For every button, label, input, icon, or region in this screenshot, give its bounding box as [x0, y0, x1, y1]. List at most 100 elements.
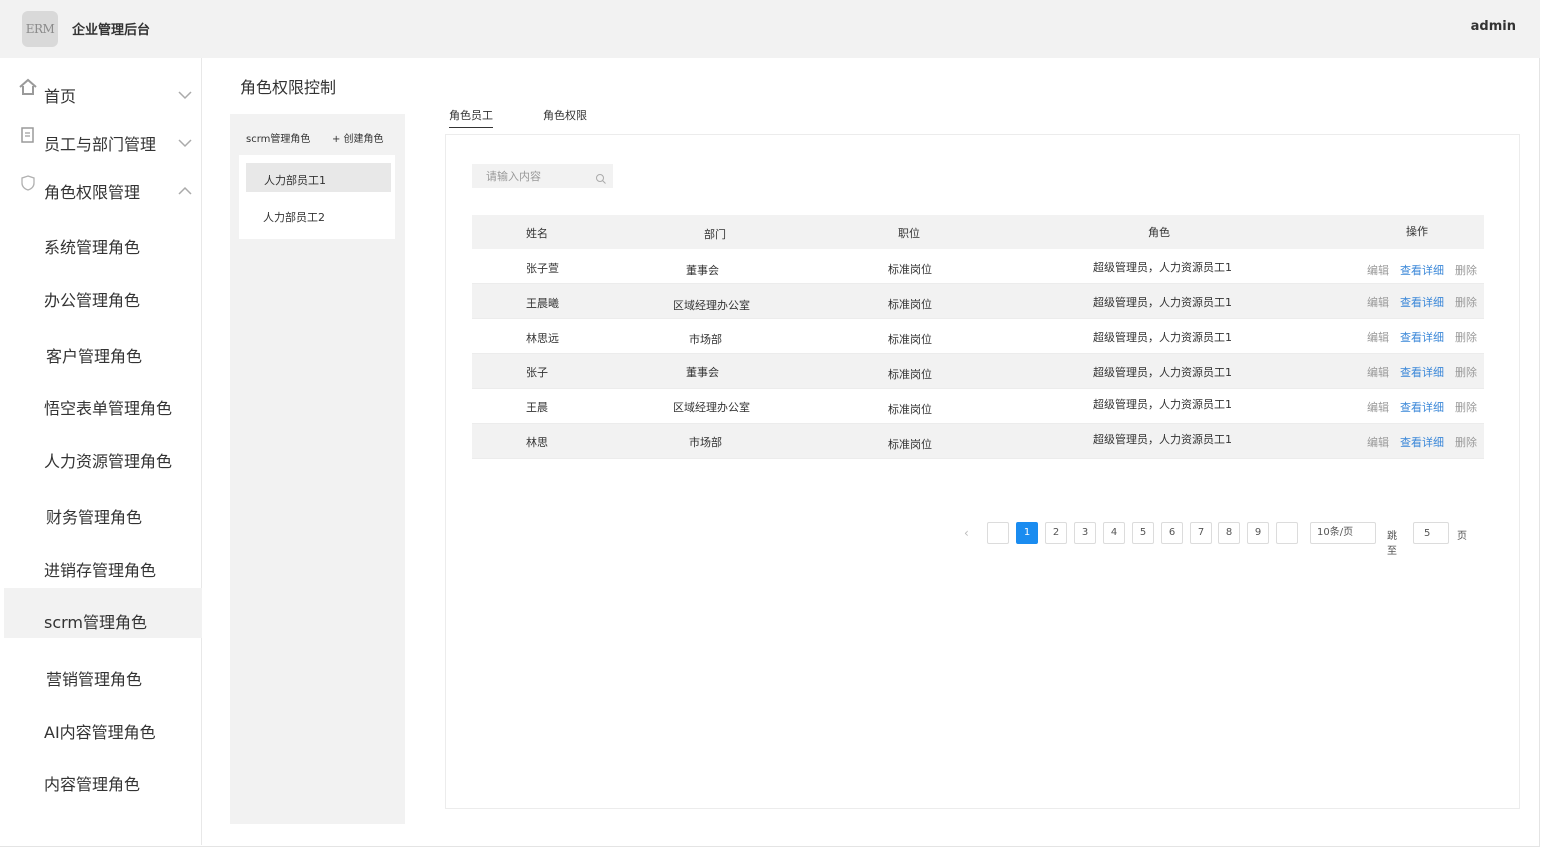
table-row: 张子萱 董事会 标准岗位 超级管理员，人力资源员工1 编辑 查看详细 删除 [472, 249, 1484, 284]
search-icon[interactable] [595, 170, 607, 184]
view-detail-link[interactable]: 查看详细 [1400, 399, 1444, 415]
role-item-hr-staff-2[interactable]: 人力部员工2 [246, 200, 391, 229]
table-row: 王晨曦 区域经理办公室 标准岗位 超级管理员，人力资源员工1 编辑 查看详细 删… [472, 284, 1484, 319]
tab-role-permission[interactable]: 角色权限 [543, 107, 587, 127]
header-dept: 部门 [704, 228, 726, 241]
page-button[interactable]: 4 [1103, 522, 1125, 544]
sidebar-item-label: 内容管理角色 [44, 775, 141, 794]
sidebar-item-form-role[interactable]: 悟空表单管理角色 [4, 379, 202, 429]
view-detail-link[interactable]: 查看详细 [1400, 294, 1444, 310]
sidebar-item-label: 进销存管理角色 [44, 561, 157, 580]
sidebar-item-hr-role[interactable]: 人力资源管理角色 [4, 432, 202, 482]
document-icon [18, 126, 38, 144]
page-button-current[interactable]: 1 [1016, 522, 1038, 544]
cell-position: 标准岗位 [888, 298, 932, 311]
delete-button[interactable]: 删除 [1455, 329, 1477, 345]
cell-position: 标准岗位 [888, 438, 932, 451]
delete-button[interactable]: 删除 [1455, 294, 1477, 310]
cell-name: 林思远 [526, 332, 559, 345]
tab-role-staff[interactable]: 角色员工 [449, 107, 493, 128]
cell-name: 张子萱 [526, 262, 559, 275]
sidebar-item-marketing-role[interactable]: 营销管理角色 [4, 650, 202, 700]
sidebar-item-customer-role[interactable]: 客户管理角色 [4, 327, 202, 377]
role-item-hr-staff-1[interactable]: 人力部员工1 [246, 163, 391, 192]
search-input[interactable] [472, 164, 592, 188]
page-button[interactable]: 9 [1247, 522, 1269, 544]
table-header: 姓名 部门 职位 角色 操作 [472, 215, 1484, 249]
sidebar-item-label: 营销管理角色 [46, 670, 143, 689]
cell-name: 张子 [526, 366, 548, 379]
page-button[interactable] [987, 522, 1009, 544]
cell-name: 王晨 [526, 401, 548, 414]
delete-button[interactable]: 删除 [1455, 399, 1477, 415]
page-button[interactable] [1276, 522, 1298, 544]
cell-position: 标准岗位 [888, 368, 932, 381]
sidebar-item-scrm-role[interactable]: scrm管理角色 [4, 588, 202, 638]
table-row: 林思 市场部 标准岗位 超级管理员，人力资源员工1 编辑 查看详细 删除 [472, 424, 1484, 459]
page-button[interactable]: 2 [1045, 522, 1067, 544]
sidebar-item-label: 财务管理角色 [46, 508, 143, 527]
cell-role: 超级管理员，人力资源员工1 [1093, 398, 1232, 411]
sidebar-item-label: 悟空表单管理角色 [44, 399, 173, 418]
jump-label: 跳至 [1387, 531, 1397, 557]
cell-role: 超级管理员，人力资源员工1 [1093, 433, 1232, 446]
sidebar-item-label: 办公管理角色 [44, 291, 141, 310]
sidebar-item-label: 员工与部门管理 [44, 135, 157, 154]
shield-icon [18, 174, 38, 192]
cell-dept: 董事会 [686, 264, 719, 277]
page-button[interactable]: 6 [1161, 522, 1183, 544]
cell-dept: 区域经理办公室 [673, 401, 750, 414]
sidebar-item-system-role[interactable]: 系统管理角色 [4, 218, 202, 268]
sidebar-item-staff-dept[interactable]: 员工与部门管理 [4, 114, 202, 154]
delete-button[interactable]: 删除 [1455, 434, 1477, 450]
page-button[interactable]: 7 [1190, 522, 1212, 544]
edit-button[interactable]: 编辑 [1367, 434, 1389, 450]
edit-button[interactable]: 编辑 [1367, 364, 1389, 380]
cell-dept: 区域经理办公室 [673, 299, 750, 312]
delete-button[interactable]: 删除 [1455, 262, 1477, 278]
cell-role: 超级管理员，人力资源员工1 [1093, 331, 1232, 344]
page-button[interactable]: 5 [1132, 522, 1154, 544]
cell-role: 超级管理员，人力资源员工1 [1093, 296, 1232, 309]
page-button[interactable]: 3 [1074, 522, 1096, 544]
page-button[interactable]: 8 [1218, 522, 1240, 544]
sidebar-item-home[interactable]: 首页 [4, 66, 202, 106]
cell-position: 标准岗位 [888, 333, 932, 346]
edit-button[interactable]: 编辑 [1367, 294, 1389, 310]
sidebar-item-role-permission[interactable]: 角色权限管理 [4, 162, 202, 202]
chevron-down-icon [178, 133, 192, 148]
edit-button[interactable]: 编辑 [1367, 329, 1389, 345]
header-actions: 操作 [1406, 225, 1428, 238]
sidebar-item-ai-content-role[interactable]: AI内容管理角色 [4, 703, 202, 753]
sidebar-item-inventory-role[interactable]: 进销存管理角色 [4, 541, 202, 591]
prev-page-button[interactable]: ‹ [964, 522, 978, 544]
view-detail-link[interactable]: 查看详细 [1400, 262, 1444, 278]
view-detail-link[interactable]: 查看详细 [1400, 364, 1444, 380]
delete-button[interactable]: 删除 [1455, 364, 1477, 380]
create-role-button[interactable]: + 创建角色 [332, 130, 384, 145]
sidebar-item-label: scrm管理角色 [44, 613, 148, 632]
cell-position: 标准岗位 [888, 263, 932, 276]
table-row: 张子 董事会 标准岗位 超级管理员，人力资源员工1 编辑 查看详细 删除 [472, 354, 1484, 389]
edit-button[interactable]: 编辑 [1367, 262, 1389, 278]
view-detail-link[interactable]: 查看详细 [1400, 434, 1444, 450]
app-window: ERM 企业管理后台 admin 首页 员工与部门管理 角色权限管理 系统管理角… [0, 0, 1540, 847]
cell-role: 超级管理员，人力资源员工1 [1093, 261, 1232, 274]
cell-dept: 市场部 [689, 436, 722, 449]
page-size-select[interactable]: 10条/页 [1310, 522, 1376, 544]
sidebar-item-office-role[interactable]: 办公管理角色 [4, 271, 202, 321]
sidebar-item-label: 客户管理角色 [46, 347, 143, 366]
cell-name: 林思 [526, 436, 548, 449]
sidebar-item-label: 系统管理角色 [44, 238, 141, 257]
edit-button[interactable]: 编辑 [1367, 399, 1389, 415]
page-unit-label: 页 [1457, 531, 1467, 542]
chevron-up-icon [178, 181, 192, 195]
view-detail-link[interactable]: 查看详细 [1400, 329, 1444, 345]
role-item-label: 人力部员工1 [264, 174, 326, 187]
sidebar-item-content-role[interactable]: 内容管理角色 [4, 755, 202, 805]
chevron-down-icon [178, 85, 192, 100]
sidebar-item-label: 首页 [44, 87, 77, 106]
user-menu[interactable]: admin [1471, 19, 1516, 34]
sidebar-item-finance-role[interactable]: 财务管理角色 [4, 488, 202, 538]
jump-page-input[interactable] [1413, 522, 1449, 544]
